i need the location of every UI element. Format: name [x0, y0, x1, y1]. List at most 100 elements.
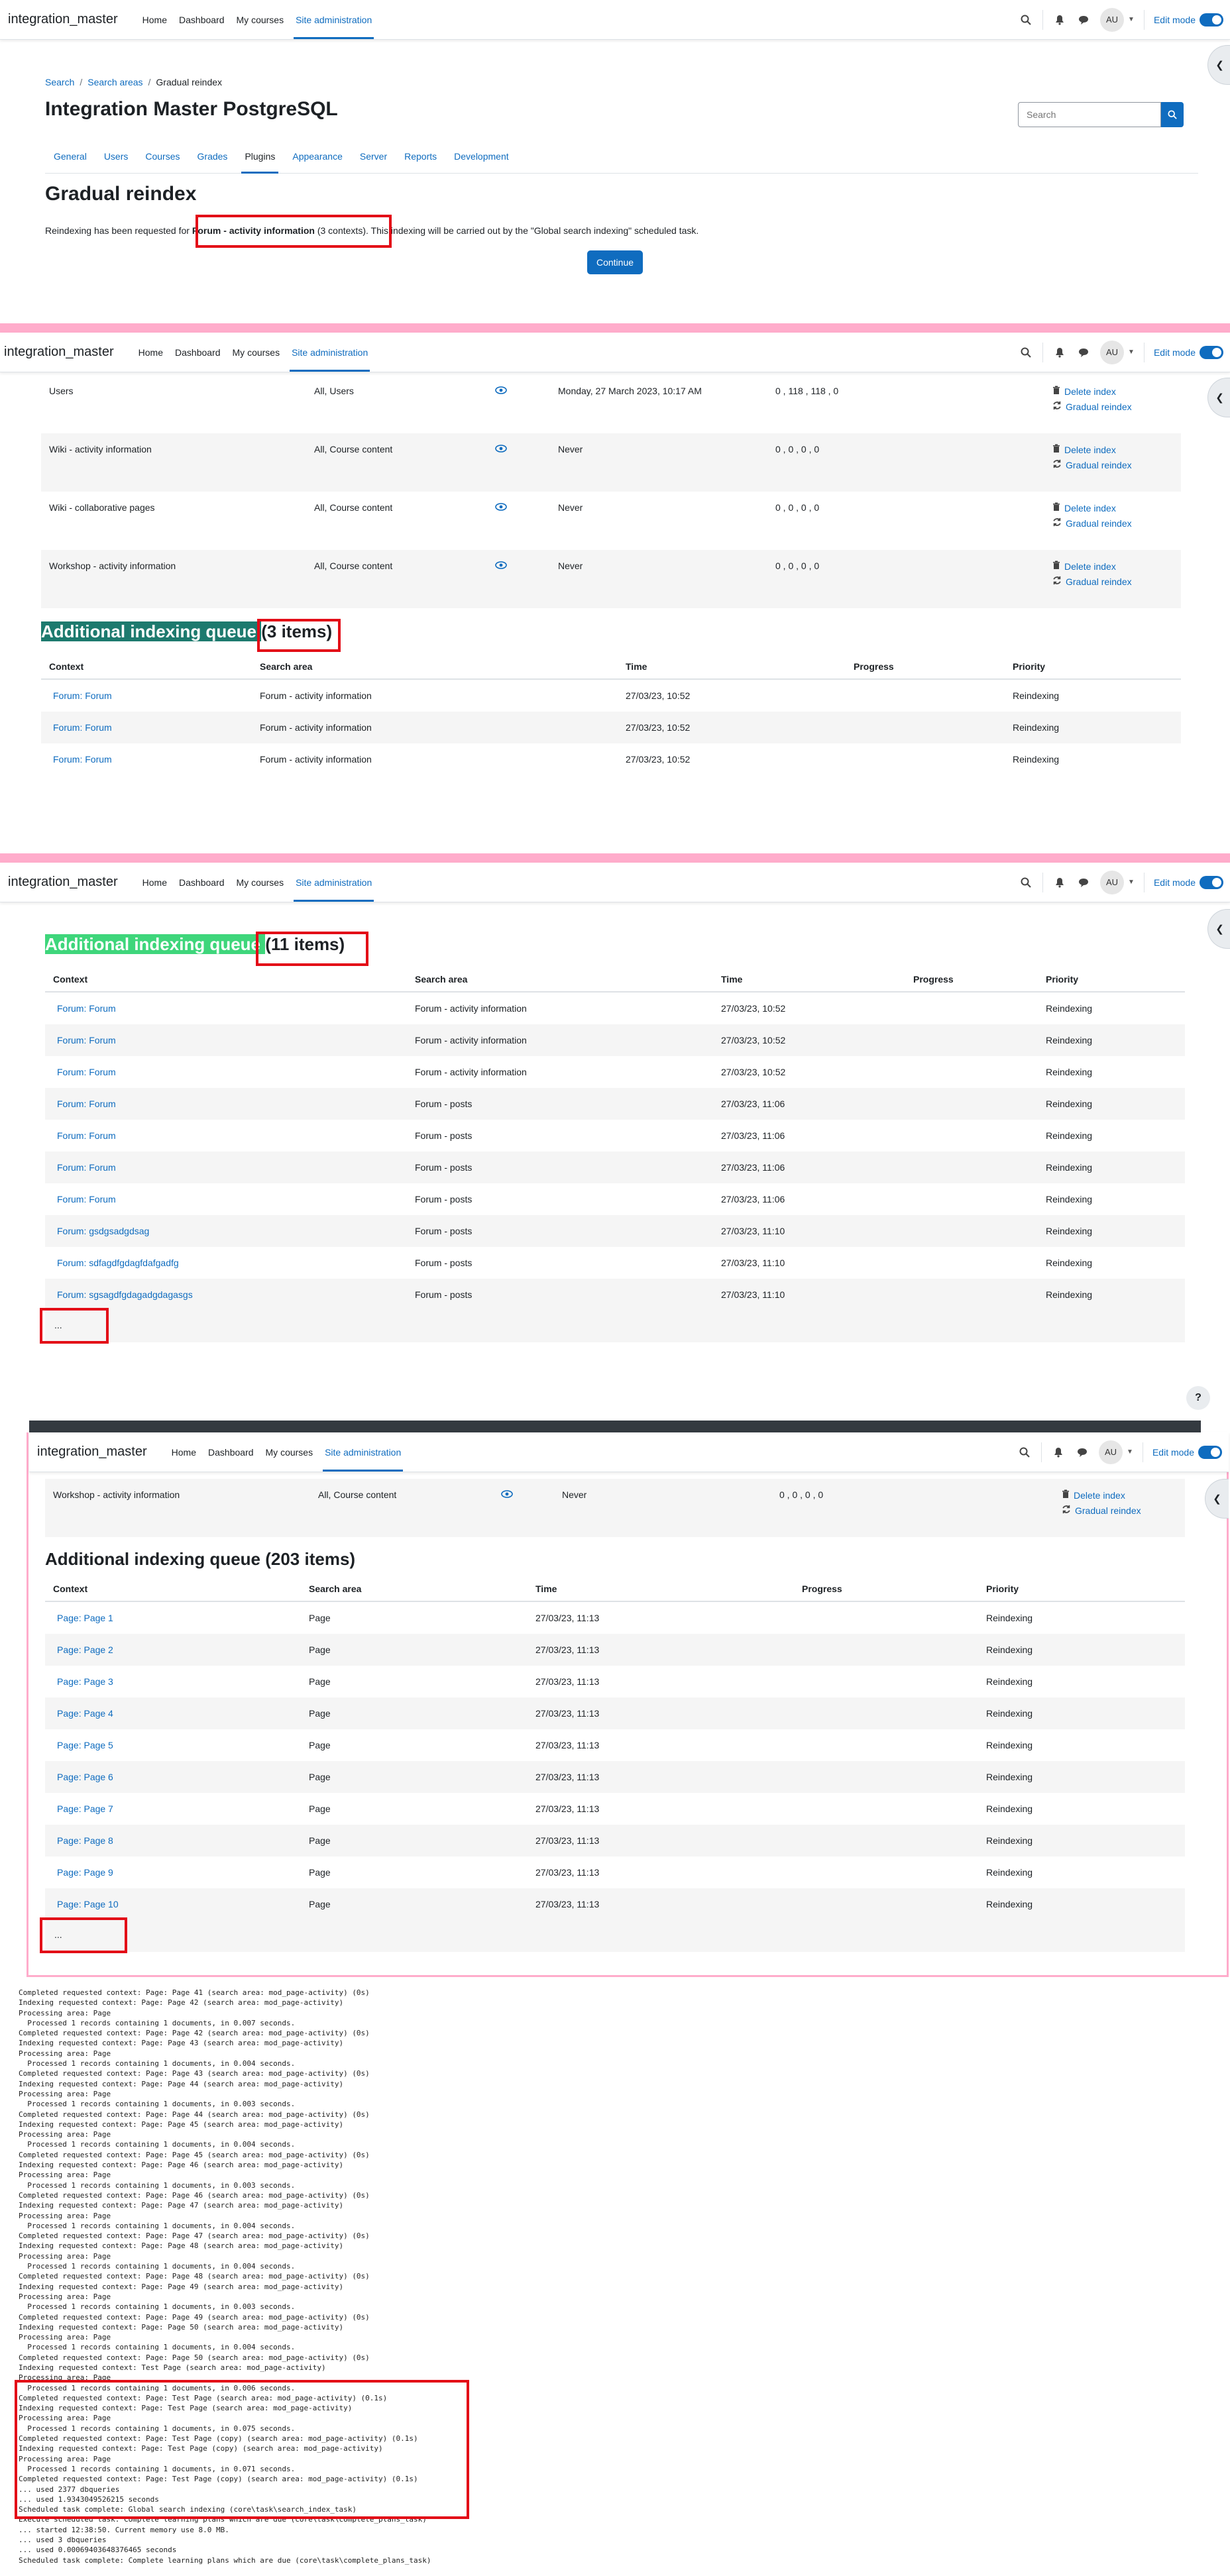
- context-link[interactable]: Page: Page 4: [57, 1708, 113, 1719]
- context-link[interactable]: Forum: Forum: [57, 1003, 116, 1014]
- avatar[interactable]: AU: [1100, 7, 1125, 32]
- edit-mode-toggle[interactable]: Edit mode: [1152, 1445, 1222, 1459]
- bell-icon[interactable]: [1052, 875, 1067, 890]
- edit-mode-toggle[interactable]: Edit mode: [1154, 345, 1223, 359]
- delete-index-link[interactable]: Delete index: [1052, 561, 1132, 572]
- tab-server[interactable]: Server: [351, 139, 396, 173]
- drawer-toggle-button[interactable]: ❮: [1207, 45, 1230, 85]
- chat-icon[interactable]: [1076, 875, 1091, 890]
- eye-icon[interactable]: [495, 386, 507, 396]
- tab-plugins[interactable]: Plugins: [236, 139, 284, 174]
- gradual-reindex-link[interactable]: Gradual reindex: [1052, 459, 1132, 470]
- search-icon[interactable]: [1019, 875, 1033, 890]
- context-link[interactable]: Forum: gsdgsadgdsag: [57, 1226, 149, 1236]
- context-link[interactable]: Page: Page 5: [57, 1740, 113, 1750]
- nav-my-courses[interactable]: My courses: [227, 333, 286, 372]
- context-link[interactable]: Page: Page 1: [57, 1613, 113, 1623]
- delete-index-link[interactable]: Delete index: [1052, 386, 1132, 397]
- context-link[interactable]: Page: Page 9: [57, 1867, 113, 1878]
- context-link[interactable]: Forum: Forum: [53, 690, 112, 701]
- edit-mode-toggle[interactable]: Edit mode: [1154, 875, 1223, 889]
- nav-site-administration[interactable]: Site administration: [290, 863, 378, 902]
- context-link[interactable]: Forum: Forum: [53, 722, 112, 733]
- delete-index-link[interactable]: Delete index: [1062, 1489, 1141, 1501]
- chevron-down-icon[interactable]: ▼: [1128, 879, 1135, 886]
- brand-link[interactable]: integration_master: [8, 12, 118, 27]
- context-link[interactable]: Forum: Forum: [53, 754, 112, 765]
- bell-icon[interactable]: [1052, 345, 1067, 360]
- nav-site-administration[interactable]: Site administration: [319, 1432, 407, 1472]
- context-link[interactable]: Forum: sgsagdfgdagadgdagasgs: [57, 1289, 193, 1300]
- tab-development[interactable]: Development: [445, 139, 518, 173]
- tab-appearance[interactable]: Appearance: [284, 139, 351, 173]
- tab-grades[interactable]: Grades: [189, 139, 237, 173]
- brand-link[interactable]: integration_master: [37, 1444, 147, 1460]
- avatar[interactable]: AU: [1100, 340, 1125, 364]
- chat-icon[interactable]: [1075, 1445, 1090, 1460]
- context-link[interactable]: Page: Page 3: [57, 1676, 113, 1687]
- eye-icon[interactable]: [495, 502, 507, 513]
- chevron-down-icon[interactable]: ▼: [1128, 349, 1135, 356]
- nav-dashboard[interactable]: Dashboard: [202, 1432, 260, 1472]
- nav-dashboard[interactable]: Dashboard: [169, 333, 227, 372]
- help-button[interactable]: ?: [1186, 1386, 1210, 1410]
- chat-icon[interactable]: [1076, 13, 1091, 27]
- nav-my-courses[interactable]: My courses: [231, 0, 290, 39]
- gradual-reindex-link[interactable]: Gradual reindex: [1052, 517, 1132, 529]
- avatar[interactable]: AU: [1100, 870, 1125, 894]
- search-icon[interactable]: [1019, 13, 1033, 27]
- context-link[interactable]: Forum: Forum: [57, 1162, 116, 1173]
- edit-mode-toggle[interactable]: Edit mode: [1154, 13, 1223, 27]
- context-link[interactable]: Page: Page 8: [57, 1835, 113, 1846]
- avatar[interactable]: AU: [1099, 1440, 1123, 1464]
- chevron-down-icon[interactable]: ▼: [1127, 1448, 1133, 1456]
- context-link[interactable]: Page: Page 2: [57, 1644, 113, 1655]
- context-link[interactable]: Page: Page 10: [57, 1899, 119, 1909]
- gradual-reindex-link[interactable]: Gradual reindex: [1062, 1505, 1141, 1516]
- search-button[interactable]: [1161, 102, 1184, 127]
- context-link[interactable]: Forum: Forum: [57, 1067, 116, 1077]
- tab-reports[interactable]: Reports: [396, 139, 445, 173]
- bell-icon[interactable]: [1051, 1445, 1066, 1460]
- context-link[interactable]: Forum: Forum: [57, 1194, 116, 1205]
- brand-link[interactable]: integration_master: [4, 345, 114, 360]
- continue-button[interactable]: Continue: [587, 250, 643, 274]
- nav-home[interactable]: Home: [133, 333, 169, 372]
- nav-home[interactable]: Home: [137, 0, 173, 39]
- delete-index-link[interactable]: Delete index: [1052, 444, 1132, 455]
- eye-icon[interactable]: [495, 444, 507, 455]
- nav-my-courses[interactable]: My courses: [231, 863, 290, 902]
- brand-link[interactable]: integration_master: [8, 875, 118, 890]
- nav-dashboard[interactable]: Dashboard: [173, 863, 231, 902]
- gradual-reindex-link[interactable]: Gradual reindex: [1052, 401, 1132, 412]
- chat-icon[interactable]: [1076, 345, 1091, 360]
- search-input[interactable]: [1018, 102, 1161, 127]
- gradual-reindex-link[interactable]: Gradual reindex: [1052, 576, 1132, 587]
- context-link[interactable]: Forum: sdfagdfgdagfdafgadfg: [57, 1258, 179, 1268]
- nav-home[interactable]: Home: [166, 1432, 202, 1472]
- search-icon[interactable]: [1017, 1445, 1032, 1460]
- nav-home[interactable]: Home: [137, 863, 173, 902]
- context-link[interactable]: Forum: Forum: [57, 1099, 116, 1109]
- search-icon[interactable]: [1019, 345, 1033, 360]
- nav-site-administration[interactable]: Site administration: [290, 0, 378, 39]
- nav-dashboard[interactable]: Dashboard: [173, 0, 231, 39]
- context-link[interactable]: Forum: Forum: [57, 1035, 116, 1046]
- nav-my-courses[interactable]: My courses: [260, 1432, 319, 1472]
- drawer-toggle-button[interactable]: ❮: [1207, 909, 1230, 949]
- context-link[interactable]: Forum: Forum: [57, 1130, 116, 1141]
- drawer-toggle-button[interactable]: ❮: [1207, 378, 1230, 417]
- eye-icon[interactable]: [495, 561, 507, 571]
- eye-icon[interactable]: [501, 1489, 513, 1500]
- tab-courses[interactable]: Courses: [137, 139, 188, 173]
- chevron-down-icon[interactable]: ▼: [1128, 16, 1135, 23]
- nav-site-administration[interactable]: Site administration: [286, 333, 374, 372]
- tab-users[interactable]: Users: [95, 139, 137, 173]
- context-link[interactable]: Page: Page 6: [57, 1772, 113, 1782]
- breadcrumb-search-areas[interactable]: Search areas: [87, 77, 142, 87]
- delete-index-link[interactable]: Delete index: [1052, 502, 1132, 513]
- bell-icon[interactable]: [1052, 13, 1067, 27]
- tab-general[interactable]: General: [45, 139, 95, 173]
- breadcrumb-search[interactable]: Search: [45, 77, 74, 87]
- context-link[interactable]: Page: Page 7: [57, 1803, 113, 1814]
